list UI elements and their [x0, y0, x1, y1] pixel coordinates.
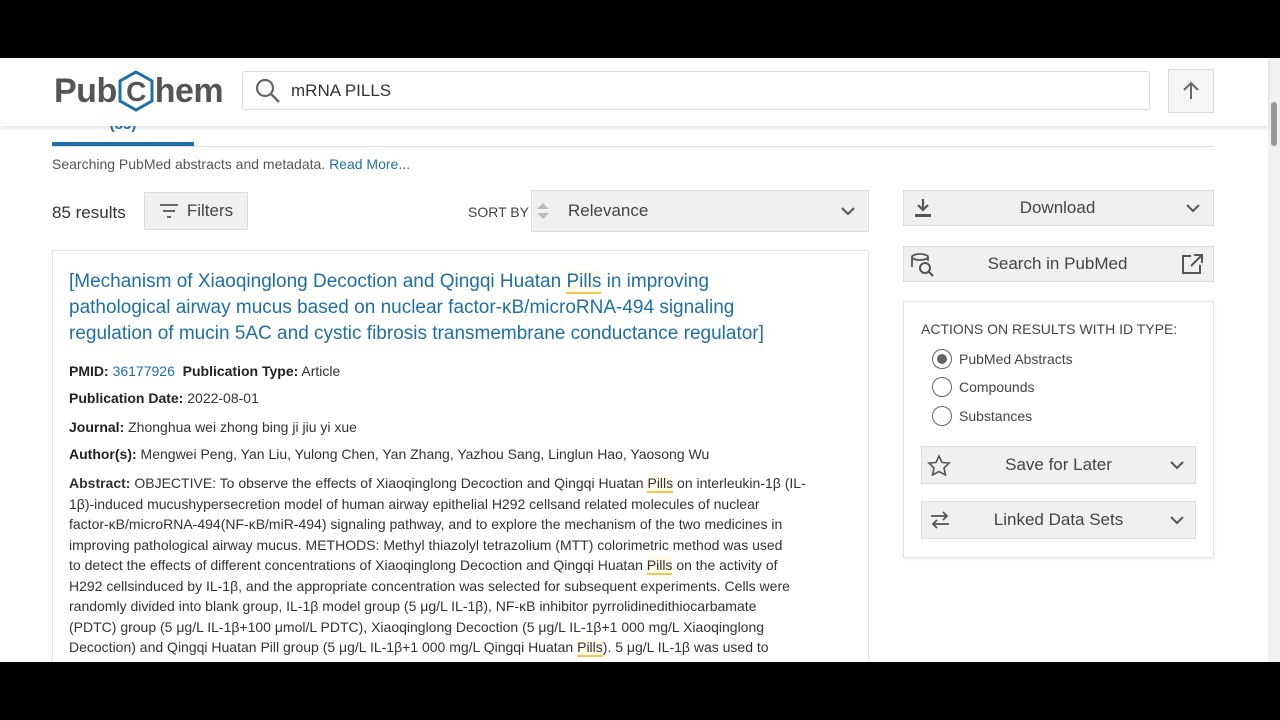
actions-panel: ACTIONS ON RESULTS WITH ID TYPE: PubMed …: [903, 301, 1214, 558]
radio-compounds[interactable]: Compounds: [932, 377, 1035, 397]
save-for-later-button[interactable]: Save for Later: [921, 446, 1196, 484]
radio-selected-icon[interactable]: [932, 349, 952, 369]
tab-divider: [52, 146, 1214, 147]
radio-icon[interactable]: [932, 406, 952, 426]
chevron-down-icon: [1186, 204, 1200, 213]
save-for-later-label: Save for Later: [1005, 455, 1112, 474]
hexagon-c-icon: C: [118, 70, 154, 112]
title-line: regulation of mucin 5AC and cystic fibro…: [69, 323, 764, 344]
filters-button[interactable]: Filters: [144, 192, 248, 230]
linked-data-sets-button[interactable]: Linked Data Sets: [921, 501, 1196, 539]
date-label: Publication Date:: [69, 390, 184, 406]
results-count: 85 results: [52, 203, 126, 222]
search-info: Searching PubMed abstracts and metadata.…: [52, 156, 410, 172]
search-term-highlight: Pills: [647, 475, 674, 493]
pubtype-value: Article: [301, 363, 341, 379]
scrollbar[interactable]: [1268, 58, 1280, 662]
authors-value: Mengwei Peng, Yan Liu, Yulong Chen, Yan …: [140, 446, 710, 462]
chevron-down-icon: [1170, 461, 1184, 470]
svg-text:C: C: [126, 76, 146, 107]
date-value: 2022-08-01: [187, 390, 259, 406]
search-icon: [255, 78, 280, 103]
pubchem-logo[interactable]: Pub C hem: [54, 70, 224, 112]
radio-icon[interactable]: [932, 377, 952, 397]
sort-select[interactable]: Relevance: [531, 190, 869, 232]
swap-icon: [931, 511, 949, 529]
authors-row: Author(s): Mengwei Peng, Yan Liu, Yulong…: [69, 446, 709, 462]
scrollbar-thumb[interactable]: [1271, 102, 1277, 146]
search-in-pubmed-label: Search in PubMed: [987, 254, 1128, 273]
abstract-line: H292 cellsinduced by IL-1β, and the appr…: [69, 577, 790, 594]
download-icon: [915, 199, 931, 217]
star-icon: [927, 454, 951, 476]
logo-text-left: Pub: [54, 71, 117, 110]
actions-title: ACTIONS ON RESULTS WITH ID TYPE:: [921, 321, 1178, 337]
linked-data-sets-label: Linked Data Sets: [993, 510, 1124, 529]
abstract-line: Decoction) and Qingqi Huatan Pill group …: [69, 639, 769, 657]
info-text: Searching PubMed abstracts and metadata.: [52, 156, 330, 172]
pubtype-label: Publication Type:: [182, 363, 299, 379]
logo-text-right: hem: [154, 71, 224, 110]
sort-icon: [537, 203, 549, 219]
browser-viewport: Pub C hem (85) Searching PubMed abstract…: [0, 58, 1280, 662]
search-term-highlight: Pills: [566, 271, 602, 294]
authors-label: Author(s):: [69, 446, 137, 462]
radio-label: Compounds: [959, 379, 1035, 395]
journal-row: Journal: Zhonghua wei zhong bing ji jiu …: [69, 419, 357, 435]
result-card: [Mechanism of Xiaoqinglong Decoction and…: [52, 250, 869, 662]
abstract-line: improving pathological airway mucus. MET…: [69, 536, 783, 553]
radio-label: Substances: [959, 408, 1033, 424]
search-in-pubmed-button[interactable]: Search in PubMed: [903, 246, 1214, 282]
date-row: Publication Date: 2022-08-01: [69, 390, 259, 406]
sort-value: Relevance: [568, 201, 649, 220]
pmid-label: PMID:: [69, 363, 109, 379]
pmid-link[interactable]: 36177926: [113, 363, 175, 379]
download-label: Download: [1019, 198, 1096, 217]
read-more-link[interactable]: Read More...: [329, 156, 410, 172]
abstract-text: OBJECTIVE: To observe the effects of Xia…: [130, 475, 806, 493]
header: Pub C hem: [0, 58, 1268, 126]
filter-icon: [159, 204, 178, 218]
chevron-down-icon: [1170, 516, 1184, 525]
filters-label: Filters: [186, 201, 234, 220]
sort-by-label: SORT BY: [468, 204, 529, 220]
radio-pubmed-abstracts[interactable]: PubMed Abstracts: [932, 349, 1073, 369]
abstract-line: 1β)-induced mucushypersecretion model of…: [69, 495, 760, 512]
abstract-line: factor-κB/microRNA-494(NF-κB/miR-494) si…: [69, 516, 783, 532]
title-line: [Mechanism of Xiaoqinglong Decoction and…: [69, 271, 710, 294]
journal-value: Zhonghua wei zhong bing ji jiu yi xue: [128, 419, 357, 435]
journal-label: Journal:: [69, 419, 125, 435]
search-term-highlight: Pills: [646, 557, 673, 575]
arrow-up-icon: [1183, 81, 1199, 99]
search-input[interactable]: [291, 80, 1091, 101]
radio-substances[interactable]: Substances: [932, 406, 1032, 426]
download-button[interactable]: Download: [903, 190, 1214, 226]
abstract-line: randomly divided into blank group, IL-1β…: [69, 598, 757, 614]
search-box[interactable]: [242, 71, 1150, 110]
article-title-link[interactable]: [Mechanism of Xiaoqinglong Decoction and…: [69, 269, 829, 347]
abstract: Abstract: OBJECTIVE: To observe the effe…: [69, 473, 806, 658]
chevron-down-icon: [841, 207, 855, 216]
abstract-line: to detect the effects of different conce…: [69, 557, 778, 575]
external-link-icon: [1182, 254, 1203, 274]
radio-label: PubMed Abstracts: [959, 351, 1073, 367]
title-line: pathological airway mucus based on nucle…: [69, 297, 735, 318]
pmid-row: PMID: 36177926 Publication Type: Article: [69, 363, 340, 379]
abstract-label: Abstract:: [69, 475, 131, 491]
search-database-icon: [911, 253, 934, 277]
abstract-line: (PDTC) group (5 μg/L IL-1β+100 μmol/L PD…: [69, 618, 765, 635]
search-term-highlight: Pills: [577, 639, 603, 657]
abstract-line: Abstract: OBJECTIVE: To observe the effe…: [69, 473, 806, 494]
scroll-top-button[interactable]: [1168, 69, 1214, 113]
